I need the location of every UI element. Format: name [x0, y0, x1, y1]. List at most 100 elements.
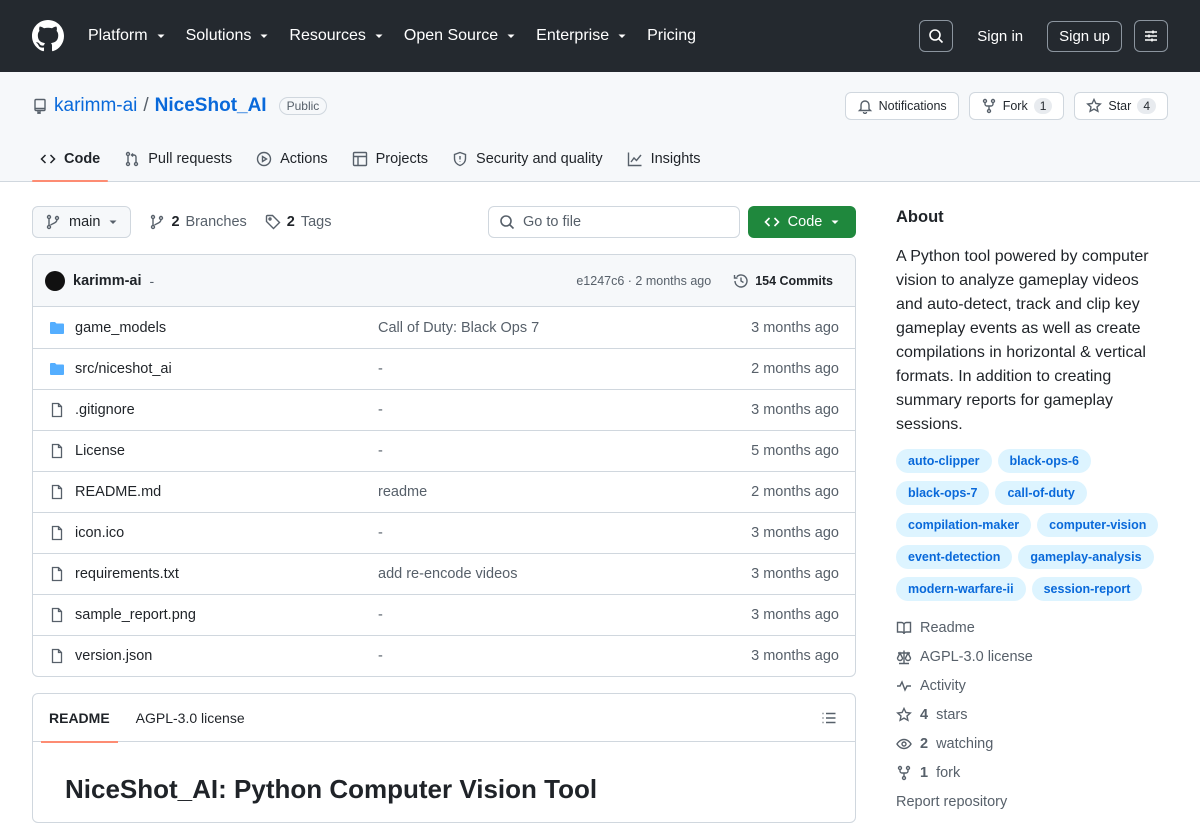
code-download-button[interactable]: Code — [748, 206, 856, 238]
topic-tag[interactable]: modern-warfare-ii — [896, 577, 1026, 601]
commit-message-link[interactable]: readme — [378, 484, 751, 500]
nav-platform[interactable]: Platform — [88, 27, 166, 45]
global-header: Platform Solutions Resources Open Source Ent… — [0, 0, 1200, 72]
stars-count: 4 — [920, 706, 929, 723]
nav-enterprise[interactable]: Enterprise — [536, 27, 627, 45]
star-icon — [1086, 98, 1103, 113]
file-name-link[interactable]: sample_report.png — [75, 607, 378, 623]
topic-tag[interactable]: black-ops-7 — [896, 481, 990, 505]
topic-tag[interactable]: auto-clipper — [896, 449, 992, 473]
commit-hash-time[interactable]: e1247c6 · 2 months ago — [576, 274, 711, 288]
nav-label: Platform — [88, 27, 148, 44]
readme-tab[interactable]: README — [41, 694, 118, 743]
watchers-link[interactable]: 2 watching — [896, 729, 1168, 758]
list-icon — [822, 712, 836, 723]
file-name-link[interactable]: src/niceshot_ai — [75, 361, 378, 377]
tags-link[interactable]: 2 Tags — [265, 214, 332, 230]
branches-link[interactable]: 2 Branches — [149, 214, 247, 230]
file-name-link[interactable]: requirements.txt — [75, 566, 378, 582]
file-name-link[interactable]: game_models — [75, 320, 378, 336]
repo-owner-link[interactable]: karimm-ai — [54, 95, 137, 117]
topic-tag[interactable]: call-of-duty — [995, 481, 1087, 505]
pulse-icon — [897, 679, 911, 692]
topic-list: auto-clipper black-ops-6 black-ops-7 call-o… — [896, 449, 1168, 601]
file-name-link[interactable]: icon.ico — [75, 525, 378, 541]
about-title: About — [896, 208, 944, 226]
tab-insights[interactable]: Insights — [619, 151, 709, 181]
file-row[interactable]: src/niceshot_ai -2 months ago — [33, 348, 855, 389]
file-row[interactable]: requirements.txt add re-encode videos 3 mo… — [33, 553, 855, 594]
commit-message-link[interactable]: - — [378, 361, 751, 377]
go-to-file-input[interactable]: Go to file — [488, 206, 740, 238]
nav-resources[interactable]: Resources — [289, 27, 383, 45]
pull-request-icon — [126, 151, 139, 167]
topic-tag[interactable]: session-report — [1031, 577, 1143, 601]
commits-link[interactable]: 154 Commits — [727, 273, 839, 289]
file-row[interactable]: version.json -3 months ago — [33, 635, 855, 676]
file-name-link[interactable]: .gitignore — [75, 402, 378, 418]
readme-link[interactable]: Readme — [896, 613, 1168, 642]
history-icon — [733, 273, 748, 288]
commit-message-link[interactable]: add re-encode videos — [378, 566, 751, 582]
commit-message-link[interactable]: - — [378, 443, 751, 459]
about-links: Readme AGPL-3.0 license Activity 4 stars… — [896, 613, 1168, 816]
license-tab[interactable]: AGPL-3.0 license — [128, 694, 253, 742]
file-name-link[interactable]: README.md — [75, 484, 378, 500]
sign-in-link[interactable]: Sign in — [965, 28, 1035, 45]
file-name-link[interactable]: version.json — [75, 648, 378, 664]
tab-actions[interactable]: Actions — [248, 151, 336, 181]
tab-pull-requests[interactable]: Pull requests — [116, 151, 240, 181]
commit-date: 2 months ago — [751, 361, 839, 377]
folder-icon — [50, 321, 64, 334]
branch-select[interactable]: main — [32, 206, 132, 238]
file-row[interactable]: README.md readme 2 months ago — [33, 471, 855, 512]
nav-label: Solutions — [185, 27, 252, 44]
tab-security[interactable]: Security and quality — [444, 151, 611, 181]
topic-tag[interactable]: gameplay-analysis — [1018, 545, 1154, 569]
commit-message-link[interactable]: - — [378, 648, 751, 664]
nav-open-source[interactable]: Open Source — [404, 27, 516, 45]
forks-link[interactable]: 1 fork — [896, 758, 1168, 787]
report-repository-link[interactable]: Report repository — [896, 787, 1168, 816]
topic-tag[interactable]: black-ops-6 — [997, 449, 1092, 473]
outline-button[interactable] — [821, 710, 837, 726]
star-icon — [896, 706, 912, 722]
file-row[interactable]: icon.ico -3 months ago — [33, 512, 855, 553]
folder-icon — [50, 363, 64, 375]
fork-label: Fork — [1002, 99, 1028, 113]
github-logo-icon[interactable] — [32, 20, 64, 52]
nav-solutions[interactable]: Solutions — [186, 27, 270, 45]
commit-message-link[interactable]: - — [378, 607, 751, 623]
commit-message-link[interactable]: Call of Duty: Black Ops 7 — [378, 320, 751, 336]
file-row[interactable]: .gitignore -3 months ago — [33, 389, 855, 430]
file-name-link[interactable]: License — [75, 443, 378, 459]
notifications-button[interactable]: Notifications — [844, 92, 959, 120]
settings-button[interactable] — [1134, 20, 1168, 52]
activity-link[interactable]: Activity — [896, 671, 1168, 700]
bell-icon — [857, 100, 872, 114]
watching-count: 2 — [920, 735, 929, 752]
fork-button[interactable]: Fork 1 — [968, 92, 1065, 120]
commit-message-link[interactable]: - — [378, 525, 751, 541]
commit-message-link[interactable]: - — [378, 402, 751, 418]
sign-up-button[interactable]: Sign up — [1047, 20, 1122, 52]
star-button[interactable]: Star 4 — [1074, 92, 1168, 120]
commit-author-link[interactable]: karimm-ai — [73, 273, 142, 289]
nav-pricing[interactable]: Pricing — [647, 27, 696, 45]
file-row[interactable]: License -5 months ago — [33, 430, 855, 471]
search-button[interactable] — [919, 20, 954, 52]
readme-heading: NiceShot_AI: Python Computer Vision Tool — [65, 774, 598, 804]
avatar[interactable] — [45, 270, 65, 291]
topic-tag[interactable]: compilation-maker — [896, 513, 1032, 537]
repo-name-link[interactable]: NiceShot_AI — [155, 95, 267, 117]
file-row[interactable]: game_models Call of Duty: Black Ops 73 mo… — [33, 307, 855, 348]
topic-tag[interactable]: computer-vision — [1037, 513, 1159, 537]
tab-projects[interactable]: Projects — [344, 151, 436, 181]
tab-code[interactable]: Code — [32, 151, 109, 182]
file-icon — [51, 484, 63, 500]
topic-tag[interactable]: event-detection — [896, 545, 1013, 569]
file-row[interactable]: sample_report.png -3 months ago — [33, 594, 855, 635]
license-link[interactable]: AGPL-3.0 license — [896, 642, 1168, 671]
stars-link[interactable]: 4 stars — [896, 700, 1168, 729]
branches-label: Branches — [185, 214, 247, 230]
